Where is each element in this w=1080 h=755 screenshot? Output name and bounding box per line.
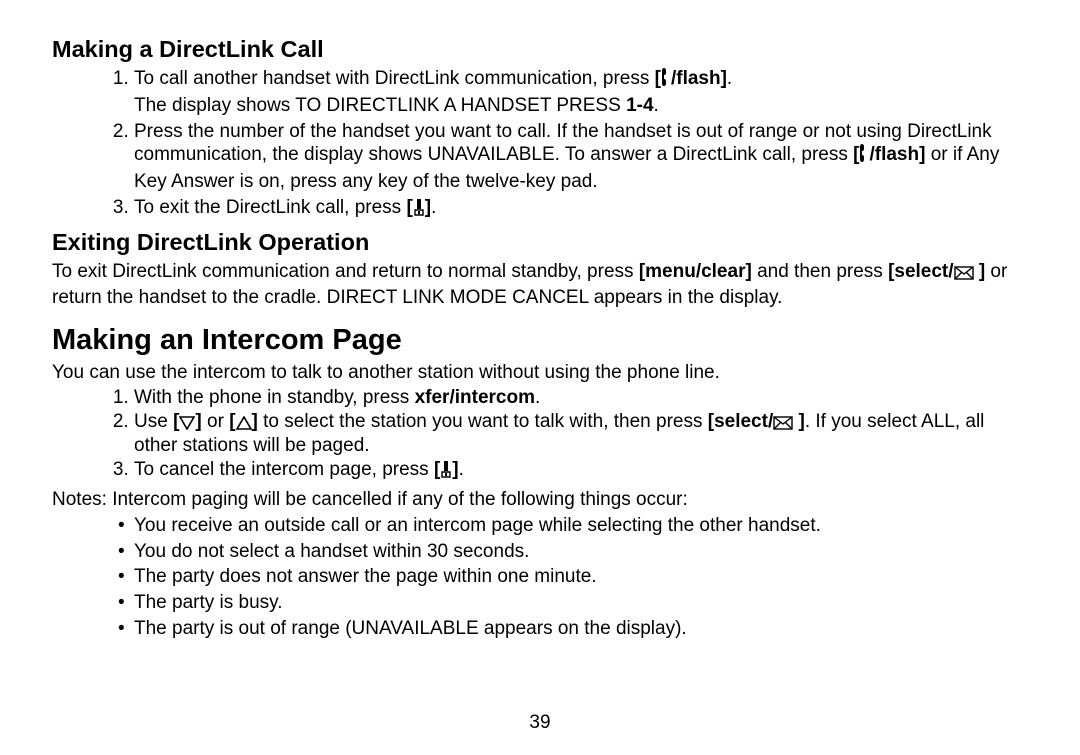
note-item: The party is busy. [134, 591, 1028, 615]
key-end: [] [434, 459, 459, 480]
key-select-envelope: [select/ ] [888, 261, 985, 282]
text: With the phone in standby, press [134, 387, 415, 408]
intercom-intro: You can use the intercom to talk to anot… [52, 361, 1028, 385]
intercom-step-3: To cancel the intercom page, press []. [134, 459, 1028, 484]
text: To call another handset with DirectLink … [134, 68, 655, 89]
key-select-envelope: [select/ ] [708, 411, 805, 432]
text: . [727, 68, 732, 89]
text: or [202, 411, 229, 432]
note-item: The party does not answer the page withi… [134, 565, 1028, 589]
notes-lead: Notes: Intercom paging will be cancelled… [52, 488, 1028, 512]
intercom-step-1: With the phone in standby, press xfer/in… [134, 387, 1028, 409]
intercom-steps: With the phone in standby, press xfer/in… [52, 387, 1028, 484]
text: . [535, 387, 540, 408]
text: . [431, 197, 436, 218]
manual-page: Making a DirectLink Call To call another… [0, 0, 1080, 641]
talk-icon [661, 67, 671, 94]
step-1: To call another handset with DirectLink … [134, 67, 1028, 118]
text: . [459, 459, 464, 480]
key-menu-clear: [menu/clear] [639, 261, 752, 282]
key-talk-flash: [/flash] [655, 68, 727, 89]
heading-exiting-directlink: Exiting DirectLink Operation [52, 229, 1028, 256]
key-down: [] [173, 411, 202, 432]
key-xfer-intercom: xfer/intercom [415, 387, 535, 408]
exiting-paragraph: To exit DirectLink communication and ret… [52, 260, 1028, 311]
text: to select the station you want to talk w… [258, 411, 708, 432]
down-triangle-icon [179, 414, 195, 436]
key-1-4: 1-4 [626, 95, 653, 116]
step-2: Press the number of the handset you want… [134, 120, 1028, 194]
text: To exit DirectLink communication and ret… [52, 261, 639, 282]
key-end: [] [406, 197, 431, 218]
step-3: To exit the DirectLink call, press []. [134, 196, 1028, 223]
envelope-icon [954, 263, 974, 287]
heading-making-intercom-page: Making an Intercom Page [52, 324, 1028, 357]
talk-icon [859, 143, 869, 170]
text: To cancel the intercom page, press [134, 459, 434, 480]
page-number: 39 [0, 712, 1080, 734]
note-item: The party is out of range (UNAVAILABLE a… [134, 617, 1028, 641]
text: Use [134, 411, 173, 432]
text: To exit the DirectLink call, press [134, 197, 406, 218]
envelope-icon [773, 414, 793, 436]
heading-making-directlink-call: Making a DirectLink Call [52, 36, 1028, 63]
up-triangle-icon [236, 414, 252, 436]
note-item: You do not select a handset within 30 se… [134, 540, 1028, 564]
text: The display shows TO DIRECTLINK A HANDSE… [134, 95, 626, 116]
intercom-step-2: Use [] or [] to select the station you w… [134, 411, 1028, 458]
key-talk-flash: [/flash] [853, 144, 925, 165]
directlink-call-steps: To call another handset with DirectLink … [52, 67, 1028, 223]
text: and then press [752, 261, 888, 282]
text: . [654, 95, 659, 116]
end-icon [440, 460, 452, 484]
key-up: [] [229, 411, 258, 432]
end-icon [413, 198, 425, 223]
note-item: You receive an outside call or an interc… [134, 514, 1028, 538]
notes-list: You receive an outside call or an interc… [52, 514, 1028, 641]
